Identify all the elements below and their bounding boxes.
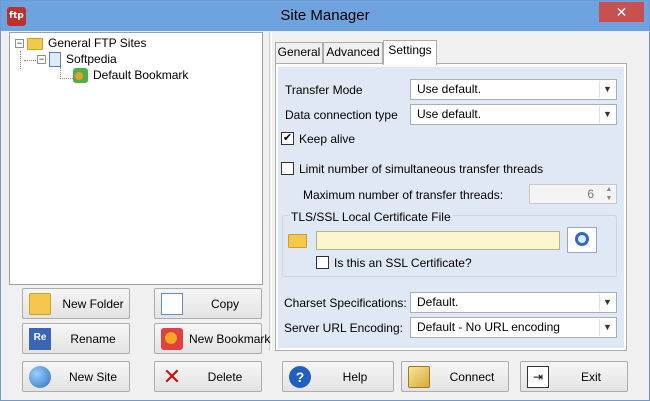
url-encoding-select[interactable]: Default - No URL encoding ▼: [410, 317, 617, 338]
view-certificate-button[interactable]: [567, 227, 597, 253]
close-button[interactable]: ✕: [599, 2, 644, 22]
folder-icon: [27, 37, 43, 50]
tab-advanced[interactable]: Advanced: [323, 42, 383, 63]
keep-alive-label[interactable]: Keep alive: [299, 131, 355, 147]
data-connection-select[interactable]: Use default. ▼: [410, 104, 617, 125]
globe-icon: [29, 365, 51, 388]
tree-connector: [60, 78, 73, 79]
spin-arrows-icon[interactable]: ▲ ▼: [602, 185, 616, 203]
transfer-mode-select[interactable]: Use default. ▼: [410, 79, 617, 100]
tree-node-label: General FTP Sites: [48, 36, 147, 50]
new-folder-icon: [29, 292, 51, 315]
browse-certificate-button[interactable]: [286, 230, 310, 251]
max-threads-label: Maximum number of transfer threads:: [303, 188, 504, 202]
chevron-down-icon: ▼: [599, 319, 615, 336]
exit-button-label: Exit: [580, 369, 601, 384]
tree-node-label: Default Bookmark: [93, 68, 189, 82]
delete-x-icon: ✕: [162, 363, 182, 389]
new-site-button[interactable]: New Site: [22, 361, 130, 392]
limit-threads-checkbox[interactable]: [281, 162, 294, 175]
tree-node-label: Softpedia: [66, 52, 117, 66]
bookmark-icon: [73, 68, 88, 84]
tree-node-default-bookmark[interactable]: Default Bookmark: [73, 67, 190, 84]
rename-button-label: Rename: [70, 331, 116, 346]
charset-label: Charset Specifications:: [284, 296, 407, 310]
title-bar[interactable]: Site Manager ftp ✕: [1, 1, 649, 31]
connect-button[interactable]: Connect: [401, 361, 509, 392]
chevron-down-icon: ▼: [599, 81, 615, 98]
tree-connector: [20, 51, 21, 69]
delete-button[interactable]: ✕ Delete: [154, 361, 262, 392]
max-threads-value: 6: [587, 187, 594, 201]
charset-select[interactable]: Default. ▼: [410, 292, 617, 313]
rename-icon: Re: [29, 327, 51, 350]
ssl-certificate-label[interactable]: Is this an SSL Certificate?: [334, 255, 472, 271]
rename-button[interactable]: Re Rename: [22, 323, 130, 354]
site-icon: [49, 52, 61, 68]
panel-splitter[interactable]: [269, 32, 272, 351]
delete-button-label: Delete: [207, 369, 243, 384]
data-connection-value: Use default.: [417, 107, 482, 121]
tree-connector: [24, 60, 36, 61]
ftp-app-icon[interactable]: ftp: [7, 7, 26, 26]
max-threads-stepper[interactable]: 6 ▲ ▼: [529, 184, 617, 204]
new-folder-button-label: New Folder: [62, 296, 124, 311]
ssl-certificate-checkbox[interactable]: [316, 256, 329, 269]
certificate-file-input[interactable]: [316, 231, 560, 250]
site-tree[interactable]: − General FTP Sites − Softpedia Default Bo…: [9, 32, 263, 285]
site-manager-window: Site Manager ftp ✕ − General FTP Sites − S…: [0, 0, 650, 401]
tab-general[interactable]: General: [275, 42, 323, 63]
copy-button[interactable]: Copy: [154, 288, 262, 319]
certificate-group-label: TLS/SSL Local Certificate File: [289, 209, 453, 225]
new-folder-button[interactable]: New Folder: [22, 288, 130, 319]
copy-icon: [161, 292, 183, 315]
magnifier-icon: [575, 232, 589, 246]
url-encoding-value: Default - No URL encoding: [417, 320, 560, 334]
chevron-down-icon: ▼: [599, 294, 615, 311]
tree-node-softpedia[interactable]: − Softpedia: [37, 51, 119, 68]
data-connection-label: Data connection type: [285, 108, 398, 122]
limit-threads-label[interactable]: Limit number of simultaneous transfer th…: [299, 161, 543, 177]
transfer-mode-value: Use default.: [417, 82, 482, 96]
exit-button[interactable]: ⇥ Exit: [520, 361, 628, 392]
connect-button-label: Connect: [449, 369, 495, 384]
tab-settings[interactable]: Settings: [383, 40, 437, 65]
keep-alive-checkbox[interactable]: ✔: [281, 132, 294, 145]
new-bookmark-button[interactable]: New Bookmark: [154, 323, 270, 354]
help-button-label: Help: [342, 369, 368, 384]
copy-button-label: Copy: [210, 296, 239, 311]
transfer-mode-label: Transfer Mode: [285, 83, 363, 97]
new-site-button-label: New Site: [68, 369, 118, 384]
collapse-icon[interactable]: −: [37, 55, 46, 65]
exit-door-icon: ⇥: [527, 365, 549, 388]
tree-node-general-ftp-sites[interactable]: − General FTP Sites: [15, 35, 148, 51]
collapse-icon[interactable]: −: [15, 39, 24, 49]
help-button[interactable]: ? Help: [282, 361, 394, 392]
chevron-down-icon: ▼: [599, 106, 615, 123]
help-icon: ?: [289, 365, 311, 388]
folder-open-icon: [288, 234, 307, 248]
window-title: Site Manager: [280, 7, 370, 24]
new-bookmark-icon: [161, 327, 183, 350]
charset-value: Default.: [417, 295, 459, 309]
new-bookmark-button-label: New Bookmark: [189, 331, 271, 346]
checkmark-icon: ✔: [282, 132, 293, 144]
connect-icon: [408, 365, 430, 388]
url-encoding-label: Server URL Encoding:: [284, 321, 403, 335]
